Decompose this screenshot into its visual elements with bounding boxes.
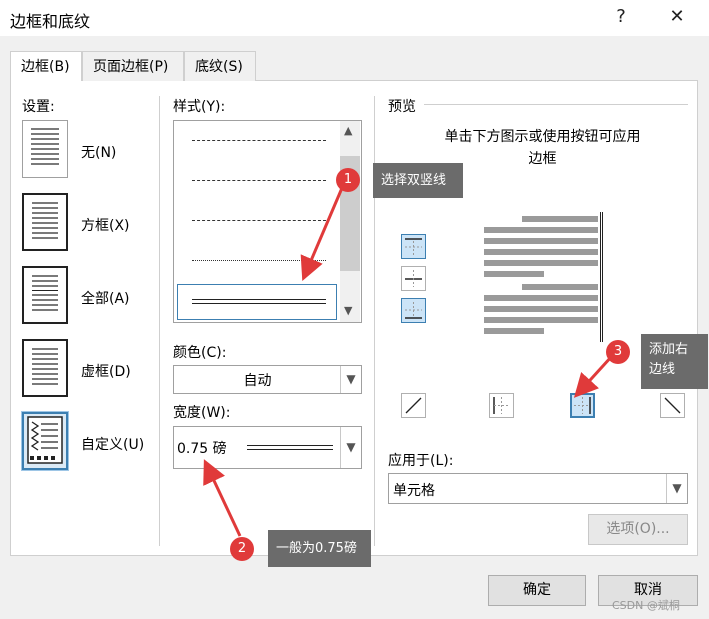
annotation-badge-3: 3 — [606, 340, 630, 364]
annotation-badge-2: 2 — [230, 537, 254, 561]
annotation-callout-2: 一般为0.75磅 — [268, 530, 371, 567]
annotation-callout-3: 添加右边线 — [641, 334, 708, 389]
annotation-arrows — [203, 187, 614, 537]
annotation-callout-1: 选择双竖线 — [373, 163, 463, 198]
annotation-badge-1: 1 — [336, 168, 360, 192]
